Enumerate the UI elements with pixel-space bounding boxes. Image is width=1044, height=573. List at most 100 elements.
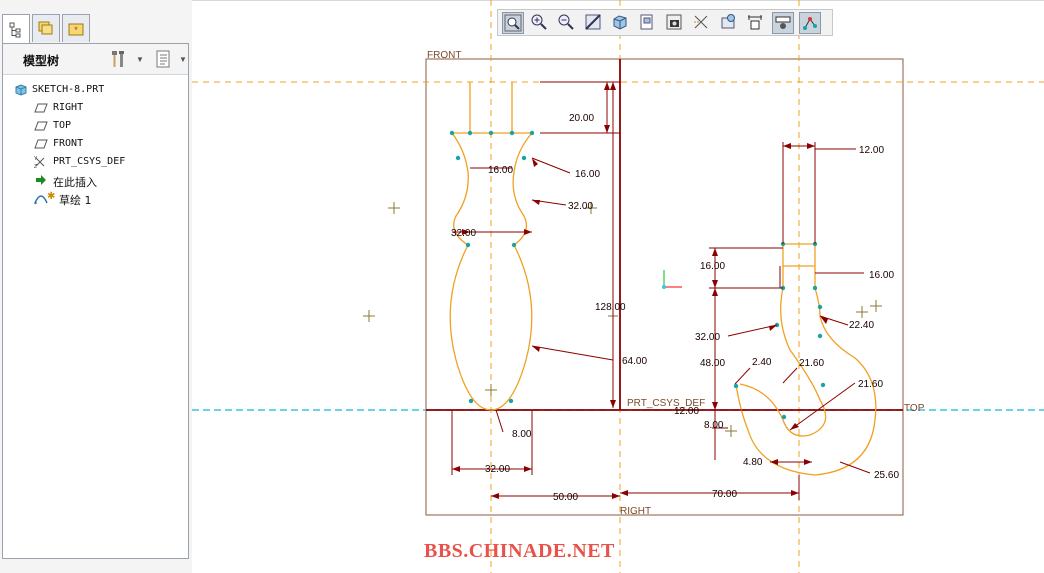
- dim-value: 32.00: [568, 201, 593, 212]
- svg-text:Z: Z: [34, 164, 37, 169]
- dim-value: 16.00: [575, 169, 600, 180]
- dim-value: 12.00: [674, 406, 699, 417]
- insert-here-arrow-icon: [36, 175, 46, 185]
- model-tree-header: 模型树 ▼ ▼: [3, 44, 188, 75]
- tab-favorites[interactable]: *: [62, 14, 90, 42]
- cursor-markers: [363, 202, 882, 437]
- csys-triad: [662, 270, 682, 289]
- tree-item-label: 草绘 1: [59, 194, 92, 207]
- sketch-icon: [34, 195, 48, 205]
- front-label: FRONT: [427, 50, 461, 61]
- tree-item-right[interactable]: RIGHT: [3, 100, 183, 118]
- tab-folder-browser[interactable]: [32, 14, 60, 42]
- repaint-button[interactable]: [583, 12, 605, 34]
- show-dropdown-icon[interactable]: ▼: [179, 55, 187, 64]
- view-toolbar: [497, 9, 833, 36]
- zoom-out-button[interactable]: [556, 12, 578, 34]
- dim-value: 70.00: [712, 489, 737, 500]
- regenerate-flag-icon: ✱: [47, 191, 56, 202]
- top-label: TOP: [904, 403, 925, 414]
- datum-plane-icon: [34, 121, 48, 131]
- dim-value: 32.00: [485, 464, 510, 475]
- reference-lines: [192, 0, 1044, 573]
- saved-views-button[interactable]: [637, 12, 659, 34]
- csys-icon: Y Z: [34, 156, 45, 169]
- zoom-in-button[interactable]: [529, 12, 551, 34]
- dim-value: 21.60: [799, 358, 824, 369]
- display-style-button[interactable]: [610, 12, 632, 34]
- tree-item-label: SKETCH-8.PRT: [32, 84, 105, 95]
- tools-icon[interactable]: [109, 49, 129, 69]
- tree-item-front[interactable]: FRONT: [3, 136, 183, 154]
- dim-value: 22.40: [849, 320, 874, 331]
- panel-footer: [0, 560, 192, 573]
- dim-value: 21.60: [858, 379, 883, 390]
- dimension-values: 20.00 16.00 16.00 32.00 32.00 128.00 64.…: [451, 113, 899, 503]
- svg-text:*: *: [74, 25, 78, 35]
- refit-button[interactable]: [502, 12, 524, 34]
- spin-center-button[interactable]: [718, 12, 740, 34]
- dim-value: 2.40: [752, 357, 772, 368]
- dim-value: 8.00: [512, 429, 532, 440]
- dim-value: 128.00: [595, 302, 626, 313]
- tree-item-insert-here[interactable]: 在此插入: [3, 172, 183, 190]
- watermark: BBS.CHINADE.NET: [424, 540, 615, 562]
- dim-value: 50.00: [553, 492, 578, 503]
- sketch-constraints-icon: [775, 16, 791, 29]
- zoom-out-icon: [558, 14, 574, 30]
- model-tree-title: 模型树: [23, 54, 60, 68]
- tools-dropdown-icon[interactable]: ▼: [136, 55, 144, 64]
- navigator-panel: * 模型树 ▼ ▼ SKETCH-8.PRT RIGHT TOP FRONT Y…: [0, 0, 192, 573]
- display-style-icon: [613, 15, 627, 30]
- dim-value: 48.00: [700, 358, 725, 369]
- dim-value: 16.00: [869, 270, 894, 281]
- zoom-in-icon: [531, 14, 547, 30]
- sketch-vertices-icon: [803, 17, 817, 30]
- spin-center-icon: [721, 14, 735, 29]
- datum-display-icon: [694, 15, 708, 29]
- dimension-arrowheads: [452, 82, 828, 499]
- dim-value: 20.00: [569, 113, 594, 124]
- sketch-dimensions-button[interactable]: [745, 12, 767, 34]
- dim-value: 32.00: [695, 332, 720, 343]
- favorites-tab-icon: *: [68, 23, 84, 35]
- dim-value: 16.00: [488, 165, 513, 176]
- saved-views-icon: [640, 14, 653, 30]
- tree-item-label: FRONT: [53, 138, 84, 149]
- dim-value: 16.00: [700, 261, 725, 272]
- tree-item-top[interactable]: TOP: [3, 118, 183, 136]
- refit-icon: [504, 14, 522, 32]
- sketch-dimensions-icon: [748, 15, 762, 30]
- tree-item-sketch[interactable]: ✱ 草绘 1: [3, 190, 183, 208]
- datum-plane-icon: [34, 139, 48, 149]
- datum-plane-icon: [34, 103, 48, 113]
- tab-model-tree[interactable]: [2, 14, 30, 44]
- sketch-lines: [426, 59, 903, 411]
- dim-value: 32.00: [451, 228, 476, 239]
- tree-item-label: TOP: [53, 120, 72, 131]
- dim-value: 12.00: [859, 145, 884, 156]
- datum-display-button[interactable]: [691, 12, 713, 34]
- dim-value: 64.00: [622, 356, 647, 367]
- navigator-tabs: *: [2, 14, 190, 44]
- view-manager-button[interactable]: [664, 12, 686, 34]
- tree-item-label: PRT_CSYS_DEF: [53, 156, 126, 167]
- view-manager-icon: [666, 14, 682, 30]
- folder-browser-tab-icon: [38, 21, 53, 34]
- right-label: RIGHT: [620, 506, 651, 517]
- graphics-window[interactable]: FRONT TOP RIGHT PRT_CSYS_DEF 20.00 16.00…: [192, 0, 1044, 573]
- dim-value: 4.80: [743, 457, 763, 468]
- model-tree-tab-icon: [9, 22, 21, 37]
- sketch-vertices-button[interactable]: [799, 12, 821, 34]
- list-settings-icon[interactable]: [153, 49, 173, 69]
- tree-item-label: RIGHT: [53, 102, 84, 113]
- dim-value: 25.60: [874, 470, 899, 481]
- model-tree: 模型树 ▼ ▼ SKETCH-8.PRT RIGHT TOP FRONT Y Z…: [2, 43, 189, 559]
- dim-value: 8.00: [704, 420, 724, 431]
- tree-item-part[interactable]: SKETCH-8.PRT: [3, 82, 183, 100]
- sketch-constraints-button[interactable]: [772, 12, 794, 34]
- tree-item-csys[interactable]: Y Z PRT_CSYS_DEF: [3, 154, 183, 172]
- tree-item-label: 在此插入: [53, 176, 97, 189]
- part-icon: [15, 84, 27, 96]
- repaint-icon: [585, 14, 601, 30]
